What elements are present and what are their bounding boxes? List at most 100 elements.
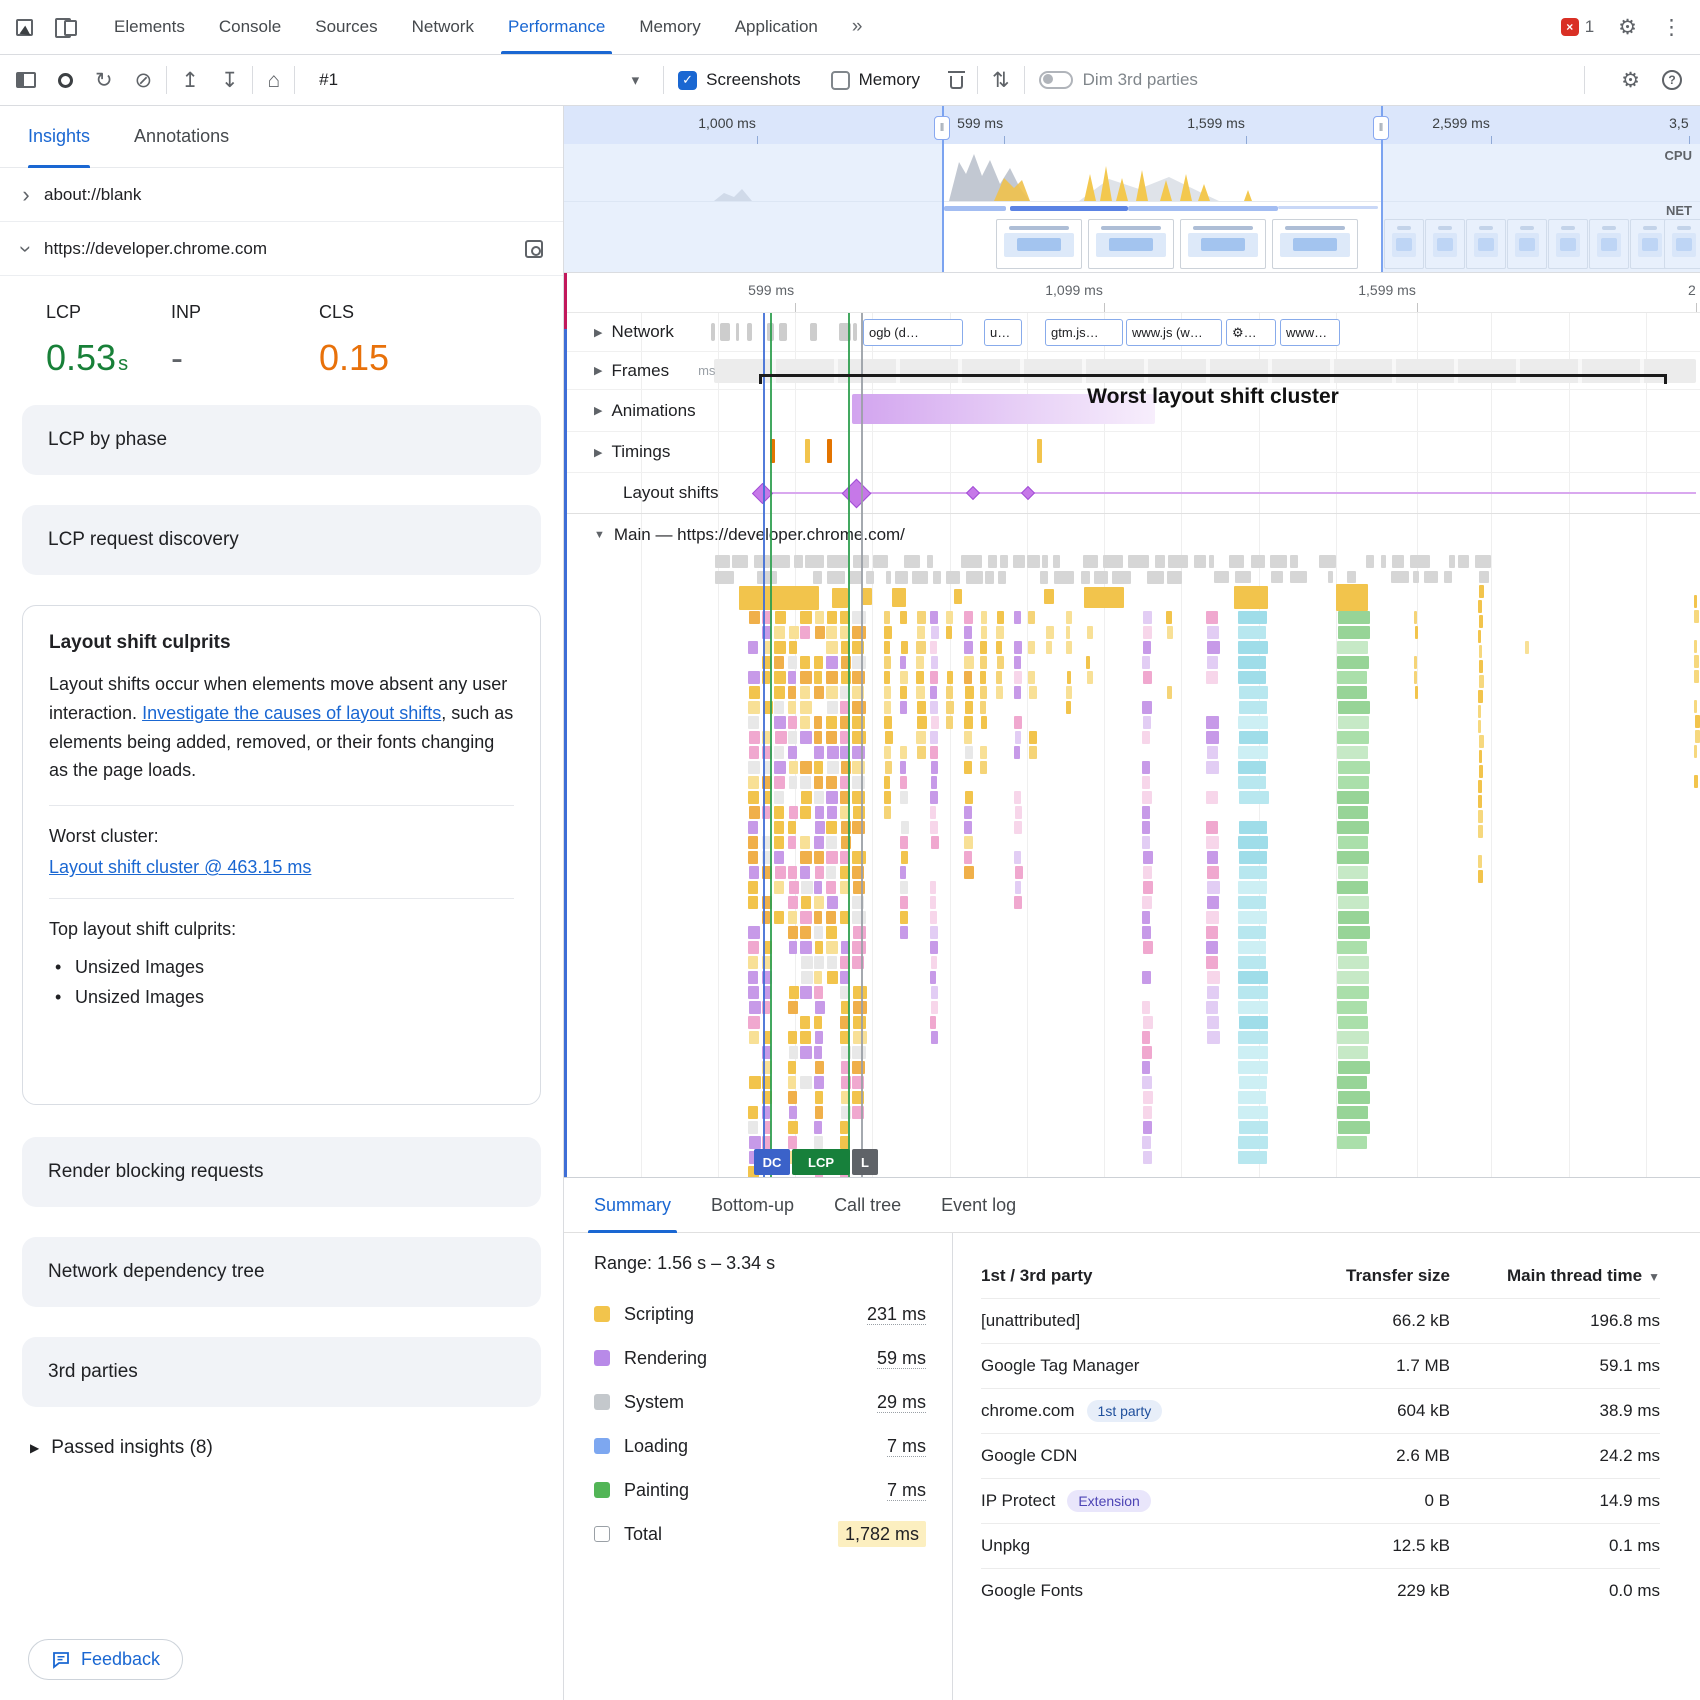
tab-sources[interactable]: Sources <box>298 0 394 54</box>
legend-row-total[interactable]: Total1,782 ms <box>594 1512 926 1556</box>
table-row[interactable]: Google CDN2.6 MB24.2 ms <box>981 1433 1660 1478</box>
insight-group-about-blank[interactable]: › about://blank <box>0 168 563 222</box>
insight-card-layout-shift-culprits[interactable]: Layout shift culprits Layout shifts occu… <box>22 605 541 1105</box>
filmstrip-screenshot[interactable] <box>1272 219 1358 269</box>
marker-dc[interactable]: DC <box>754 1149 790 1175</box>
timeline-overview[interactable]: 1,000 ms599 ms1,599 ms2,599 ms3,5 <box>564 106 1700 273</box>
insight-card-lcp-by-phase[interactable]: LCP by phase <box>22 405 541 475</box>
save-profile-icon[interactable]: ↧ <box>221 70 239 91</box>
range-handle-left[interactable]: ‖ <box>942 106 944 272</box>
tab-bottom-up[interactable]: Bottom-up <box>695 1178 810 1232</box>
live-metrics-home-icon[interactable]: ⌂ <box>267 70 280 91</box>
tab-annotations[interactable]: Annotations <box>134 106 229 167</box>
network-request[interactable]: www… <box>1280 319 1340 346</box>
legend-row-loading[interactable]: Loading7 ms <box>594 1424 926 1468</box>
tab-memory[interactable]: Memory <box>622 0 717 54</box>
track-timings[interactable]: ▶Timings <box>564 432 1700 473</box>
expand-icon[interactable]: ▶ <box>594 446 602 459</box>
tab-event-log[interactable]: Event log <box>925 1178 1032 1232</box>
legend-row-rendering[interactable]: Rendering59 ms <box>594 1336 926 1380</box>
metric-inp[interactable]: INP - <box>171 302 319 379</box>
worst-cluster-link[interactable]: Layout shift cluster @ 463.15 ms <box>49 857 311 878</box>
insight-card-lcp-request-discovery[interactable]: LCP request discovery <box>22 505 541 575</box>
tab-call-tree[interactable]: Call tree <box>818 1178 917 1232</box>
collapse-icon[interactable]: ▼ <box>594 529 605 541</box>
tab-application[interactable]: Application <box>718 0 835 54</box>
insight-card-render-blocking[interactable]: Render blocking requests <box>22 1137 541 1207</box>
inspect-element-icon[interactable] <box>16 19 33 36</box>
legend-row-scripting[interactable]: Scripting231 ms <box>594 1292 926 1336</box>
insight-card-network-dependency-tree[interactable]: Network dependency tree <box>22 1237 541 1307</box>
track-network[interactable]: ogb (d…u…gtm.js…www.js (w…⚙…www… ▶Networ… <box>564 313 1700 352</box>
history-dropdown[interactable]: #1 ▾ <box>309 70 649 90</box>
dim-third-parties-toggle[interactable] <box>1039 71 1073 89</box>
filmstrip-screenshot[interactable] <box>996 219 1082 269</box>
toggle-device-toolbar-icon[interactable] <box>55 18 77 36</box>
investigate-link[interactable]: Investigate the causes of layout shifts <box>142 703 441 723</box>
passed-insights-toggle[interactable]: ▶ Passed insights (8) <box>30 1437 563 1459</box>
feedback-button[interactable]: Feedback <box>28 1639 183 1680</box>
highlight-frame-icon[interactable] <box>525 240 543 258</box>
timing-marker[interactable] <box>805 439 810 463</box>
network-request[interactable]: gtm.js… <box>1045 319 1123 346</box>
metric-lcp[interactable]: LCP 0.53s <box>46 302 171 379</box>
timing-marker[interactable] <box>1037 439 1042 463</box>
collect-garbage-icon[interactable] <box>950 76 963 89</box>
task-bar <box>912 571 928 584</box>
tab-elements[interactable]: Elements <box>97 0 202 54</box>
tab-network[interactable]: Network <box>395 0 491 54</box>
tab-console[interactable]: Console <box>202 0 298 54</box>
table-row[interactable]: IP ProtectExtension0 B14.9 ms <box>981 1478 1660 1523</box>
insight-group-site[interactable]: › https://developer.chrome.com <box>0 222 563 276</box>
table-row[interactable]: [unattributed]66.2 kB196.8 ms <box>981 1298 1660 1343</box>
network-request[interactable]: www.js (w… <box>1126 319 1222 346</box>
more-panels-chevron-icon[interactable]: » <box>835 0 880 54</box>
track-main-header[interactable]: ▼Main — https://developer.chrome.com/ <box>564 514 1700 555</box>
table-row[interactable]: Unpkg12.5 kB0.1 ms <box>981 1523 1660 1568</box>
expand-icon[interactable]: ▶ <box>594 326 602 339</box>
legend-row-painting[interactable]: Painting7 ms <box>594 1468 926 1512</box>
table-header[interactable]: 1st / 3rd party Transfer size Main threa… <box>981 1253 1660 1298</box>
error-badge[interactable]: ×1 <box>1561 17 1594 37</box>
legend-row-system[interactable]: System29 ms <box>594 1380 926 1424</box>
metric-cls[interactable]: CLS 0.15 <box>319 302 389 379</box>
timeline-tracks[interactable]: 599 ms1,099 ms1,599 ms2 ogb (d…u…gtm.js…… <box>564 273 1700 1177</box>
insight-card-third-parties[interactable]: 3rd parties <box>22 1337 541 1407</box>
timing-marker[interactable] <box>827 439 832 463</box>
collapse-tracks-icon[interactable]: ⇅ <box>992 70 1010 91</box>
network-request[interactable]: u… <box>984 319 1022 346</box>
more-options-icon[interactable]: ⋮ <box>1661 17 1682 38</box>
range-handle-right[interactable]: ‖ <box>1381 106 1383 272</box>
layout-shift-diamond[interactable] <box>841 478 871 508</box>
capture-settings-gear-icon[interactable]: ⚙ <box>1621 70 1640 91</box>
clear-icon[interactable]: ⊘ <box>135 70 153 91</box>
record-icon[interactable] <box>58 73 73 88</box>
table-row[interactable]: Google Tag Manager1.7 MB59.1 ms <box>981 1343 1660 1388</box>
marker-l[interactable]: L <box>852 1149 878 1175</box>
toggle-sidebar-icon[interactable] <box>16 72 36 88</box>
tab-insights[interactable]: Insights <box>28 106 90 167</box>
settings-gear-icon[interactable]: ⚙ <box>1618 17 1637 38</box>
table-row[interactable]: Google Fonts229 kB0.0 ms <box>981 1568 1660 1613</box>
memory-checkbox[interactable] <box>831 71 850 90</box>
network-request[interactable]: ⚙… <box>1226 319 1276 346</box>
main-thread-flame-chart[interactable]: DCLCPL <box>564 555 1700 1177</box>
record-and-reload-icon[interactable]: ↻ <box>95 70 113 91</box>
filmstrip-screenshot[interactable] <box>1180 219 1266 269</box>
layout-shift-diamond[interactable] <box>1021 486 1035 500</box>
load-profile-icon[interactable]: ↥ <box>181 70 199 91</box>
network-request-tick <box>779 323 788 341</box>
help-icon[interactable]: ? <box>1662 70 1682 90</box>
expand-icon[interactable]: ▶ <box>594 364 602 377</box>
track-layout-shifts[interactable]: Layout shifts <box>564 473 1700 514</box>
marker-lcp[interactable]: LCP <box>792 1149 850 1175</box>
layout-shift-diamond[interactable] <box>966 486 980 500</box>
network-request[interactable]: ogb (d… <box>863 319 963 346</box>
tab-performance[interactable]: Performance <box>491 0 622 54</box>
filmstrip-screenshot[interactable] <box>1088 219 1174 269</box>
screenshots-checkbox[interactable]: ✓ <box>678 71 697 90</box>
tab-summary[interactable]: Summary <box>578 1178 687 1232</box>
table-row[interactable]: chrome.com1st party604 kB38.9 ms <box>981 1388 1660 1433</box>
expand-icon[interactable]: ▶ <box>594 404 602 417</box>
flame-event <box>981 626 987 639</box>
